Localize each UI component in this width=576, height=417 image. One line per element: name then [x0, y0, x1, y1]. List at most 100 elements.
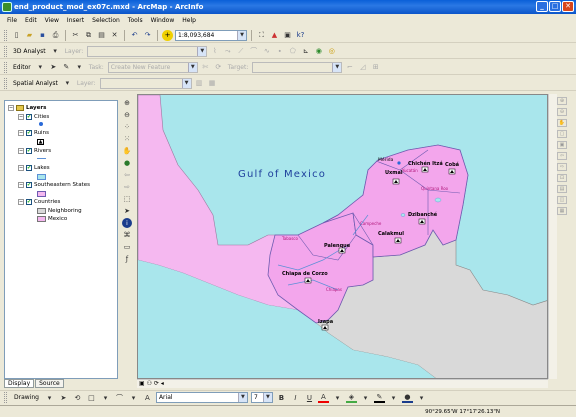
toc-layer-ruins[interactable]: − ✔ Ruins [18, 130, 49, 136]
fill-color-icon[interactable]: ◈ [345, 392, 357, 403]
select-features-icon[interactable]: ⬚ [122, 194, 132, 204]
drawing-menu[interactable]: Drawing [12, 394, 41, 401]
open-folder-icon[interactable]: ▰ [24, 30, 35, 41]
full-extent-globe-icon[interactable]: ● [122, 158, 132, 168]
menu-insert[interactable]: Insert [66, 17, 85, 24]
arctoolbox-icon[interactable]: ▲ [269, 30, 280, 41]
print-icon[interactable]: ⎙ [50, 30, 61, 41]
create-profile-graph-icon[interactable]: ⊾ [300, 46, 311, 57]
menu-file[interactable]: File [6, 17, 18, 24]
map-canvas[interactable]: Gulf of Mexico Yucatán Quintana Roo Camp… [138, 95, 548, 379]
bold-button[interactable]: B [276, 392, 287, 403]
focus-data-frame-icon[interactable]: ◫ [557, 196, 567, 204]
redo-icon[interactable]: ↷ [142, 30, 153, 41]
new-text-icon[interactable]: A [142, 392, 153, 403]
layout-zoom-in-icon[interactable]: ⊕ [557, 97, 567, 105]
menu-view[interactable]: View [44, 17, 60, 24]
menu-tools[interactable]: Tools [127, 17, 144, 24]
font-size-combo[interactable]: 7 ▼ [250, 392, 273, 403]
select-elements-icon[interactable]: ➤ [58, 392, 69, 403]
undo-icon[interactable]: ↶ [129, 30, 140, 41]
countries-visibility-checkbox[interactable]: ✔ [26, 199, 32, 205]
states-visibility-checkbox[interactable]: ✔ [26, 182, 32, 188]
underline-button[interactable]: U [304, 392, 315, 403]
map-display[interactable]: Gulf of Mexico Yucatán Quintana Roo Camp… [137, 94, 548, 379]
task-combo[interactable]: Create New Feature ▼ [107, 61, 198, 73]
layout-zoom-control-icon[interactable]: ⊡ [557, 174, 567, 182]
minimize-button[interactable]: _ [536, 1, 548, 12]
map-horizontal-scrollbar[interactable]: ▣ ⚇ ⟳ ◂ [137, 379, 548, 388]
arcglobe-icon[interactable]: ◎ [326, 46, 337, 57]
menu-window[interactable]: Window [150, 17, 176, 24]
line-symbol-icon [37, 158, 46, 159]
sketch-tool-icon[interactable]: ✎ [61, 62, 72, 73]
menu-selection[interactable]: Selection [91, 17, 121, 24]
italic-button[interactable]: I [290, 392, 301, 403]
maximize-button[interactable]: □ [549, 1, 561, 12]
back-arrow-icon[interactable]: ⇦ [122, 170, 132, 180]
spatial-layer-combo[interactable]: ▼ [99, 77, 192, 89]
add-data-icon[interactable]: + [162, 29, 173, 41]
toc-layer-lakes[interactable]: − ✔ Lakes [18, 165, 50, 171]
toc-layer-countries[interactable]: − ✔ Countries [18, 199, 60, 205]
editor-menu[interactable]: Editor [11, 64, 33, 71]
font-name-combo[interactable]: Arial ▼ [155, 392, 248, 403]
marker-color-icon[interactable]: ● [401, 392, 413, 403]
close-button[interactable]: ✕ [562, 1, 574, 12]
copy-icon[interactable]: ⧉ [83, 30, 94, 41]
ruins-visibility-checkbox[interactable]: ✔ [26, 130, 32, 136]
zoom-in-icon[interactable]: ⊕ [122, 98, 132, 108]
toggle-draft-icon[interactable]: ▤ [557, 185, 567, 193]
select-elements-arrow-icon[interactable]: ➤ [122, 206, 132, 216]
data-view-icon[interactable]: ▣ ⚇ ⟳ ◂ [139, 380, 164, 387]
paste-icon[interactable]: ▤ [96, 30, 107, 41]
pan-hand-icon[interactable]: ✋ [122, 146, 132, 156]
3d-layer-combo[interactable]: ▼ [87, 45, 208, 57]
arccatalog-icon[interactable]: ▣ [282, 30, 293, 41]
target-combo[interactable]: ▼ [252, 61, 343, 73]
layout-forward-icon[interactable]: ⇨ [557, 163, 567, 171]
forward-arrow-icon[interactable]: ⇨ [122, 182, 132, 192]
identify-icon[interactable]: i [122, 218, 132, 228]
zoom-whole-page-icon[interactable]: ▢ [557, 130, 567, 138]
edit-tool-icon[interactable]: ➤ [48, 62, 59, 73]
new-curve-icon[interactable]: ⌒ [114, 392, 125, 403]
change-layout-icon[interactable]: ▦ [557, 207, 567, 215]
menu-edit[interactable]: Edit [24, 17, 38, 24]
lakes-visibility-checkbox[interactable]: ✔ [26, 165, 32, 171]
layout-zoom-out-icon[interactable]: ⊖ [557, 108, 567, 116]
zoom-100-icon[interactable]: ▣ [557, 141, 567, 149]
new-rectangle-icon[interactable]: □ [86, 392, 97, 403]
tab-display[interactable]: Display [4, 379, 35, 388]
save-icon[interactable]: ▪ [37, 30, 48, 41]
fixed-zoom-in-icon[interactable]: ⁘ [122, 122, 132, 132]
layout-pan-icon[interactable]: ✋ [557, 119, 567, 127]
editor-toolbar-icon[interactable]: ⛶ [256, 30, 267, 41]
fixed-zoom-out-icon[interactable]: ⁙ [122, 134, 132, 144]
new-document-icon[interactable]: ▯ [11, 30, 22, 41]
hyperlink-icon[interactable]: ƒ [122, 254, 132, 264]
tab-source[interactable]: Source [35, 379, 64, 388]
measure-ruler-icon[interactable]: ▭ [122, 242, 132, 252]
rivers-visibility-checkbox[interactable]: ✔ [26, 148, 32, 154]
rotate-element-icon[interactable]: ⟲ [72, 392, 83, 403]
delete-icon[interactable]: ✕ [109, 30, 120, 41]
map-scale-combo[interactable]: 1:8,093,684 ▼ [175, 29, 247, 41]
toc-layers-root[interactable]: − Layers [8, 105, 46, 111]
zoom-out-icon[interactable]: ⊖ [122, 110, 132, 120]
whats-this-icon[interactable]: k? [295, 30, 306, 41]
spatial-analyst-menu[interactable]: Spatial Analyst [11, 80, 60, 87]
toc-layer-cities[interactable]: − ✔ Cities [18, 114, 49, 120]
menu-help[interactable]: Help [181, 17, 197, 24]
line-color-icon[interactable]: ✎ [373, 392, 385, 403]
collapse-icon[interactable]: − [8, 105, 14, 111]
arcscene-icon[interactable]: ◉ [313, 46, 324, 57]
toc-layer-southeastern-states[interactable]: − ✔ Southeastern States [18, 182, 90, 188]
cut-icon[interactable]: ✂ [70, 30, 81, 41]
cities-visibility-checkbox[interactable]: ✔ [26, 114, 32, 120]
font-color-button[interactable]: A [317, 392, 329, 403]
toc-layer-rivers[interactable]: − ✔ Rivers [18, 148, 51, 154]
find-binoculars-icon[interactable]: ⌘ [122, 230, 132, 240]
3d-analyst-menu[interactable]: 3D Analyst [11, 48, 48, 55]
layout-back-icon[interactable]: ⇦ [557, 152, 567, 160]
